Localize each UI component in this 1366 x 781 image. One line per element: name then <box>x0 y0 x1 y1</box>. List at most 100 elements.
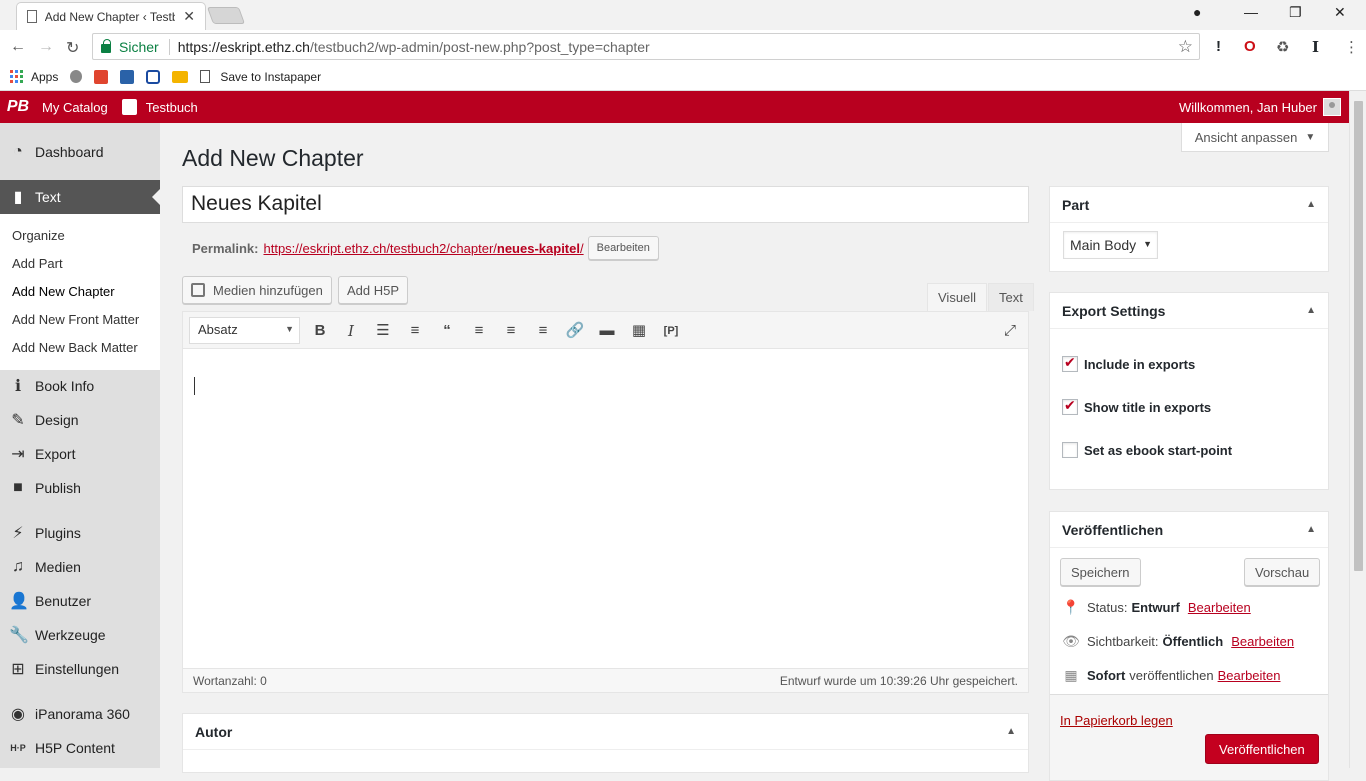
apple-icon[interactable] <box>70 70 83 83</box>
sidebar-item-plugins[interactable]: ⚡ Plugins <box>0 516 160 550</box>
close-tab-icon[interactable]: ✕ <box>183 8 195 25</box>
submenu-add-back-matter[interactable]: Add New Back Matter <box>12 340 138 355</box>
pin-icon: 📍 <box>1062 599 1080 615</box>
wrench-icon: 🔧 <box>9 627 29 644</box>
tab-text[interactable]: Text <box>988 283 1034 311</box>
recycle-icon[interactable]: ♻ <box>1276 38 1289 56</box>
page-scrollbar[interactable] <box>1349 91 1366 768</box>
link-icon[interactable]: 🔗 <box>565 321 585 341</box>
sidebar-item-h5p[interactable]: H·P H5P Content <box>0 731 160 765</box>
save-draft-button[interactable]: Speichern <box>1060 558 1141 586</box>
sidebar-item-design[interactable]: ✎ Design <box>0 403 160 437</box>
show-title-checkbox[interactable] <box>1062 397 1078 415</box>
instapaper-icon[interactable]: I <box>1312 38 1319 56</box>
editor-content-area[interactable] <box>183 349 1028 669</box>
browser-tab[interactable]: Add New Chapter ‹ Testbuch ✕ <box>16 2 206 30</box>
include-exports-checkbox[interactable] <box>1062 354 1078 372</box>
sidebar-item-benutzer[interactable]: 👤 Benutzer <box>0 584 160 618</box>
start-point-option[interactable]: Set as ebook start-point <box>1062 442 1232 458</box>
sidebar-item-werkzeuge[interactable]: 🔧 Werkzeuge <box>0 618 160 652</box>
author-metabox-header[interactable]: Autor ▲ <box>183 714 1028 750</box>
read-more-icon[interactable]: ▬ <box>597 321 617 341</box>
part-metabox-header[interactable]: Part ▲ <box>1050 187 1328 223</box>
submenu-add-new-chapter[interactable]: Add New Chapter <box>12 284 115 299</box>
scrollbar-thumb[interactable] <box>1354 101 1363 571</box>
sidebar-item-book-info[interactable]: ℹ Book Info <box>0 369 160 403</box>
close-window-icon[interactable]: ✕ <box>1334 4 1346 21</box>
add-media-button[interactable]: Medien hinzufügen <box>182 276 332 304</box>
pma-icon[interactable] <box>172 70 189 83</box>
align-center-icon[interactable]: ≡ <box>501 321 521 341</box>
bold-icon[interactable]: B <box>310 321 330 341</box>
book-link[interactable]: Testbuch <box>117 99 198 115</box>
bookmark-circle-icon[interactable] <box>146 69 161 84</box>
bullet-list-icon[interactable]: ☰ <box>373 321 393 341</box>
sidebar-item-dashboard[interactable]: ◔ Dashboard <box>0 135 160 169</box>
reload-icon[interactable]: ↻ <box>66 38 79 58</box>
address-bar[interactable]: Sicher https://eskript.ethz.ch/testbuch2… <box>92 33 1200 60</box>
tab-visual[interactable]: Visuell <box>927 283 988 311</box>
preview-button[interactable]: Vorschau <box>1244 558 1321 586</box>
sidebar-item-ipanorama[interactable]: ◉ iPanorama 360 <box>0 697 160 731</box>
back-icon[interactable]: ← <box>10 38 26 56</box>
blockquote-icon[interactable]: “ <box>437 321 457 341</box>
publish-metabox: Veröffentlichen ▲ Speichern Vorschau 📍 S… <box>1049 511 1329 781</box>
start-point-checkbox[interactable] <box>1062 442 1078 458</box>
italic-icon[interactable]: I <box>341 321 361 341</box>
numbered-list-icon[interactable]: ≡ <box>405 321 425 341</box>
plugin-icon: ⚡ <box>12 525 24 542</box>
bookmark-instapaper[interactable]: Save to Instapaper <box>200 70 321 84</box>
trash-link[interactable]: In Papierkorb legen <box>1060 713 1173 728</box>
publish-header[interactable]: Veröffentlichen ▲ <box>1050 512 1328 548</box>
menu-icon[interactable]: ⋮ <box>1344 38 1359 56</box>
bookmark-red-icon[interactable] <box>94 69 109 84</box>
export-settings-header[interactable]: Export Settings ▲ <box>1050 293 1328 329</box>
toolbar-toggle-icon[interactable]: ▦ <box>629 321 649 341</box>
sidebar-item-publish[interactable]: ■ Publish <box>0 471 160 505</box>
permalink-edit-button[interactable]: Bearbeiten <box>587 236 659 260</box>
submenu-organize[interactable]: Organize <box>12 228 65 243</box>
submenu-add-front-matter[interactable]: Add New Front Matter <box>12 312 139 327</box>
pressbooks-icon[interactable]: [P] <box>661 321 681 341</box>
extension-alert-icon[interactable]: ! <box>1216 38 1221 55</box>
collapse-arrow-icon[interactable]: ▲ <box>1006 726 1016 737</box>
visibility-edit-link[interactable]: Bearbeiten <box>1231 634 1294 649</box>
new-tab-button[interactable] <box>206 7 246 24</box>
permalink-link[interactable]: https://eskript.ethz.ch/testbuch2/chapte… <box>263 241 583 256</box>
format-select[interactable]: Absatz <box>189 317 300 344</box>
show-title-option[interactable]: Show title in exports <box>1062 397 1211 415</box>
forward-icon[interactable]: → <box>38 38 54 56</box>
restore-icon[interactable]: ❐ <box>1289 4 1302 21</box>
sidebar-item-label: Design <box>35 412 79 428</box>
profile-icon[interactable]: ● <box>1193 4 1201 20</box>
title-input[interactable]: Neues Kapitel <box>182 186 1029 223</box>
submenu-add-part[interactable]: Add Part <box>12 256 63 271</box>
sidebar-item-export[interactable]: ⇥ Export <box>0 437 160 471</box>
minimize-icon[interactable]: — <box>1244 4 1258 20</box>
schedule-edit-link[interactable]: Bearbeiten <box>1218 668 1281 683</box>
bookmark-star-icon[interactable]: ☆ <box>1178 37 1193 57</box>
user-menu[interactable]: Willkommen, Jan Huber <box>1179 91 1341 123</box>
align-left-icon[interactable]: ≡ <box>469 321 489 341</box>
part-select[interactable]: Main Body <box>1063 231 1158 259</box>
collapse-arrow-icon[interactable]: ▲ <box>1306 305 1316 316</box>
status-edit-link[interactable]: Bearbeiten <box>1188 600 1251 615</box>
publish-button[interactable]: Veröffentlichen <box>1205 734 1319 764</box>
collapse-arrow-icon[interactable]: ▲ <box>1306 199 1316 210</box>
pressbooks-logo[interactable]: PB <box>3 91 33 123</box>
align-right-icon[interactable]: ≡ <box>533 321 553 341</box>
sidebar-item-einstellungen[interactable]: ⊞ Einstellungen <box>0 652 160 686</box>
visibility-label: Sichtbarkeit: <box>1087 634 1159 649</box>
sidebar-item-medien[interactable]: ♫ Medien <box>0 550 160 584</box>
bookmark-blue-icon[interactable] <box>120 69 135 84</box>
sidebar-item-text[interactable]: ▮ Text <box>0 180 160 214</box>
bookmark-apps[interactable]: Apps <box>10 70 58 84</box>
option-label: Set as ebook start-point <box>1084 442 1233 458</box>
opera-icon[interactable]: O <box>1244 38 1256 55</box>
include-exports-option[interactable]: Include in exports <box>1062 354 1195 372</box>
screen-options-button[interactable]: Ansicht anpassen ▼ <box>1181 123 1329 152</box>
my-catalog-link[interactable]: My Catalog <box>42 100 108 115</box>
add-h5p-button[interactable]: Add H5P <box>338 276 409 304</box>
fullscreen-icon[interactable]: ⤢ <box>1000 321 1020 341</box>
collapse-arrow-icon[interactable]: ▲ <box>1306 524 1316 535</box>
